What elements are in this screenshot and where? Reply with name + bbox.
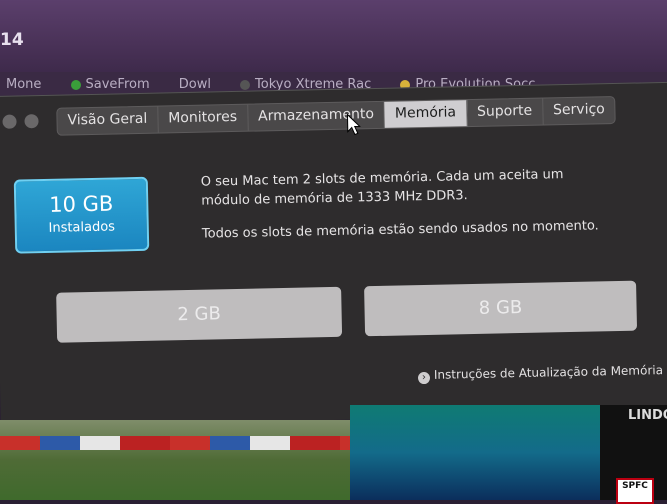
memory-usage-status: Todos os slots de memória estão sendo us… (201, 218, 599, 242)
spfc-logo: SPFC (616, 478, 654, 504)
tab-armazenamento[interactable]: Armazenamento (247, 101, 386, 131)
tab-monitores[interactable]: Monitores (157, 104, 249, 133)
tab-visao-geral[interactable]: Visão Geral (57, 106, 159, 135)
tab-servico[interactable]: Serviço (543, 97, 615, 124)
memory-upgrade-link-label: Instruções de Atualização da Memória (433, 363, 664, 382)
bookmark-item[interactable]: Mone (6, 77, 41, 92)
tv-studio-view (350, 405, 600, 500)
arrow-right-icon: › (417, 371, 431, 385)
tab-suporte[interactable]: Suporte (466, 98, 544, 127)
memory-slot-2: 8 GB (364, 280, 638, 337)
window-zoom-button[interactable] (24, 114, 39, 129)
tv-soccer-field (0, 420, 350, 500)
browser-title-fragment: 14 (0, 30, 24, 50)
segmented-tab-bar: Visão Geral Monitores Armazenamento Memó… (56, 95, 617, 136)
installed-memory-size: 10 GB (48, 191, 114, 217)
tv-corner-text: LINDO (628, 408, 667, 423)
savefrom-icon (70, 79, 81, 90)
bookmark-item[interactable]: SaveFrom (70, 77, 150, 92)
window-minimize-button[interactable] (2, 114, 17, 129)
browser-title-bar: 14 (0, 0, 667, 72)
game-icon (240, 79, 251, 90)
installed-memory-label: Instalados (48, 219, 116, 236)
bookmark-item[interactable]: Dowl (179, 77, 211, 92)
installed-memory-badge: 10 GB Instalados (13, 176, 150, 254)
memory-slot-1: 2 GB (56, 286, 343, 343)
about-this-mac-window: Visão Geral Monitores Armazenamento Memó… (0, 81, 667, 427)
tab-memoria[interactable]: Memória (384, 100, 468, 128)
tv-advertising-boards (0, 436, 350, 450)
memory-upgrade-link[interactable]: › Instruções de Atualização da Memória (417, 363, 664, 385)
mouse-cursor-icon (346, 113, 361, 136)
